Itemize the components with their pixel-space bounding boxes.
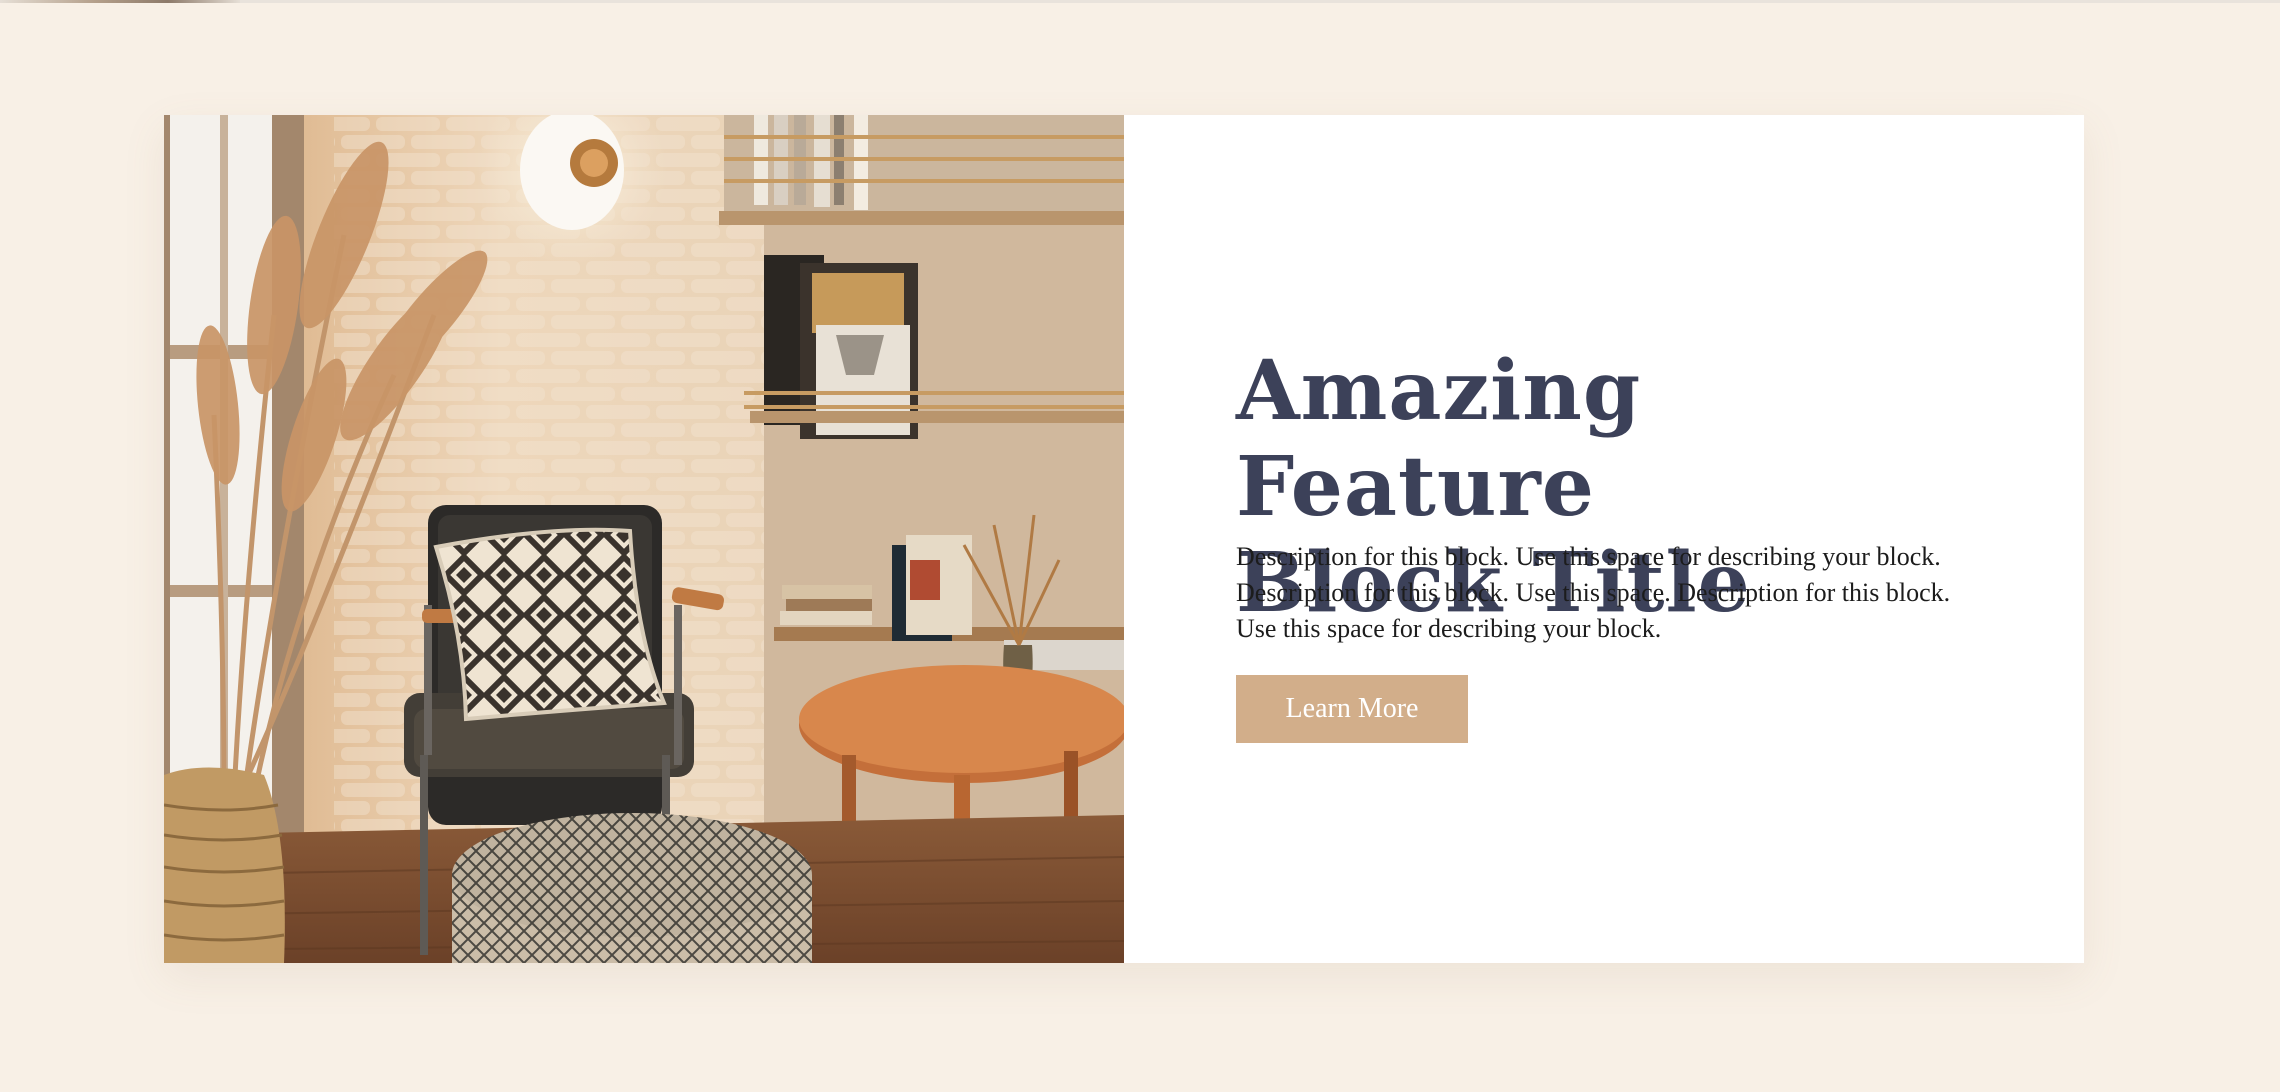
top-loading-bar-progress	[0, 0, 240, 3]
feature-description: Description for this block. Use this spa…	[1236, 542, 1951, 643]
learn-more-button[interactable]: Learn More	[1236, 675, 1468, 743]
feature-title-line-1: Amazing Feature	[1236, 343, 1642, 535]
feature-content: Amazing Feature Block Title Description f…	[1124, 115, 2084, 963]
feature-image	[164, 115, 1124, 963]
top-loading-bar	[0, 0, 2280, 3]
feature-block: Amazing Feature Block Title Description f…	[164, 115, 2084, 963]
